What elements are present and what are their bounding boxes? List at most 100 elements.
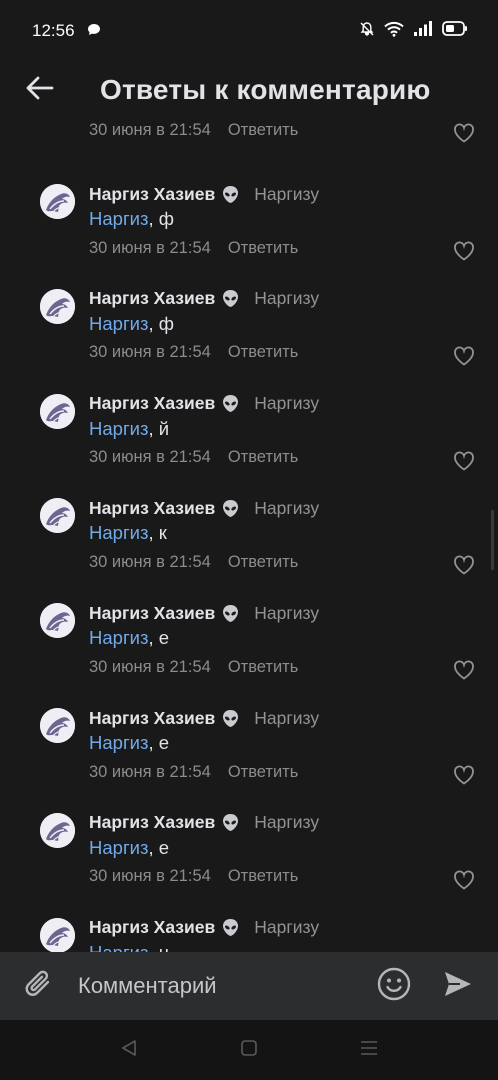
nav-menu-button[interactable] xyxy=(309,1020,429,1080)
like-button[interactable] xyxy=(453,241,477,263)
alien-emoji-icon xyxy=(221,185,240,204)
comment-header: Наргиз Хазиев Наргизу xyxy=(89,601,319,625)
status-left: 12:56 xyxy=(32,21,101,41)
like-button[interactable] xyxy=(453,123,477,145)
comment-mention[interactable]: Наргиз xyxy=(89,313,149,334)
avatar[interactable] xyxy=(40,708,75,743)
comment-date: 30 июня в 21:54 xyxy=(89,448,211,467)
nav-back-button[interactable] xyxy=(69,1020,189,1080)
reply-button[interactable]: Ответить xyxy=(228,867,299,886)
avatar[interactable] xyxy=(40,288,75,324)
comment-mention[interactable]: Наргиз xyxy=(89,208,149,229)
comment-author[interactable]: Наргиз Хазиев xyxy=(89,393,215,414)
heart-icon xyxy=(453,555,475,579)
comment-reply-to[interactable]: Наргизу xyxy=(254,498,319,519)
comment-meta: 30 июня в 21:54 Ответить xyxy=(89,550,298,574)
send-button[interactable] xyxy=(438,966,478,1006)
avatar[interactable] xyxy=(40,393,75,429)
comment-item: Наргиз Хазиев Наргизу Наргиз, к 30 июня в 2… xyxy=(0,486,498,590)
comment-author[interactable]: Наргиз Хазиев xyxy=(89,917,215,938)
comment-author[interactable]: Наргиз Хазиев xyxy=(89,184,215,205)
avatar[interactable] xyxy=(40,184,75,219)
reply-button[interactable]: Ответить xyxy=(228,553,299,572)
reply-button[interactable]: Ответить xyxy=(228,343,299,362)
comment-header: Наргиз Хазиев Наргизу xyxy=(89,496,319,520)
comment-mention[interactable]: Наргиз xyxy=(89,942,149,952)
comment-reply-to[interactable]: Наргизу xyxy=(254,603,319,624)
reply-button[interactable]: Ответить xyxy=(228,763,299,782)
comment-text: Наргиз, е xyxy=(89,627,169,653)
like-button[interactable] xyxy=(453,451,477,473)
comment-header: Наргиз Хазиев Наргизу xyxy=(89,392,319,416)
heart-icon xyxy=(453,241,475,265)
emoji-button[interactable] xyxy=(374,966,414,1006)
comment-header: Наргиз Хазиев Наргизу xyxy=(89,811,319,835)
mute-bell-icon xyxy=(360,21,374,42)
header: Ответы к комментарию xyxy=(0,62,498,118)
comment-meta: 30 июня в 21:54 Ответить xyxy=(89,118,298,142)
comment-meta: 30 июня в 21:54 Ответить xyxy=(89,446,298,470)
comment-reply-to[interactable]: Наргизу xyxy=(254,288,319,309)
signal-icon xyxy=(414,21,432,41)
back-button[interactable] xyxy=(0,62,80,118)
avatar[interactable] xyxy=(40,603,75,639)
avatar[interactable] xyxy=(40,498,75,534)
wifi-icon xyxy=(384,21,404,42)
comment-text: Наргиз, ф xyxy=(89,208,174,234)
comment-input[interactable] xyxy=(78,966,374,1006)
reply-button[interactable]: Ответить xyxy=(228,239,299,258)
comment-author[interactable]: Наргиз Хазиев xyxy=(89,603,215,624)
like-button[interactable] xyxy=(453,765,477,787)
comment-header: Наргиз Хазиев Наргизу xyxy=(89,182,319,206)
comment-body: , е xyxy=(148,627,170,649)
comment-reply-to[interactable]: Наргизу xyxy=(254,708,319,729)
home-square-icon xyxy=(240,1039,258,1062)
comment-mention[interactable]: Наргиз xyxy=(89,837,149,858)
avatar[interactable] xyxy=(40,917,75,952)
chat-bubble-icon xyxy=(87,21,101,41)
like-button[interactable] xyxy=(453,346,477,368)
comment-reply-to[interactable]: Наргизу xyxy=(254,917,319,938)
comment-composer xyxy=(0,952,498,1020)
comment-list[interactable]: 30 июня в 21:54 Ответить Наргиз Хазиев На… xyxy=(0,118,498,952)
nav-home-button[interactable] xyxy=(189,1020,309,1080)
comment-body: , к xyxy=(148,522,167,544)
comment-text: Наргиз, й xyxy=(89,418,169,444)
comment-mention[interactable]: Наргиз xyxy=(89,732,149,753)
status-right xyxy=(360,21,468,42)
system-nav-bar xyxy=(0,1020,498,1080)
comment-item: Наргиз Хазиев Наргизу Наргиз, й 30 июня в 2… xyxy=(0,382,498,486)
comment-reply-to[interactable]: Наргизу xyxy=(254,812,319,833)
battery-icon xyxy=(442,21,468,41)
comment-mention[interactable]: Наргиз xyxy=(89,522,149,543)
comment-meta: 30 июня в 21:54 Ответить xyxy=(89,865,298,889)
comment-reply-to[interactable]: Наргизу xyxy=(254,393,319,414)
comment-item: Наргиз Хазиев Наргизу Наргиз, ф 30 июня в 2… xyxy=(0,172,498,276)
heart-icon xyxy=(453,346,475,370)
comment-text: Наргиз, к xyxy=(89,522,167,548)
attach-button[interactable] xyxy=(0,952,78,1020)
heart-icon xyxy=(453,870,475,894)
comment-meta: 30 июня в 21:54 Ответить xyxy=(89,341,298,365)
comment-author[interactable]: Наргиз Хазиев xyxy=(89,498,215,519)
status-time: 12:56 xyxy=(32,21,75,40)
comment-text: Наргиз, е xyxy=(89,732,169,758)
like-button[interactable] xyxy=(453,870,477,892)
comment-author[interactable]: Наргиз Хазиев xyxy=(89,708,215,729)
comment-mention[interactable]: Наргиз xyxy=(89,418,149,439)
send-icon xyxy=(443,970,473,1003)
reply-button[interactable]: Ответить xyxy=(228,448,299,467)
like-button[interactable] xyxy=(453,660,477,682)
like-button[interactable] xyxy=(453,555,477,577)
avatar[interactable] xyxy=(40,812,75,848)
reply-button[interactable]: Ответить xyxy=(228,121,299,140)
heart-icon xyxy=(453,765,475,789)
comment-mention[interactable]: Наргиз xyxy=(89,627,149,648)
paperclip-icon xyxy=(24,968,54,1005)
reply-button[interactable]: Ответить xyxy=(228,658,299,677)
scrollbar[interactable] xyxy=(491,510,494,570)
comment-item: Наргиз Хазиев Наргизу Наргиз, ц xyxy=(0,906,498,952)
comment-author[interactable]: Наргиз Хазиев xyxy=(89,812,215,833)
comment-author[interactable]: Наргиз Хазиев xyxy=(89,288,215,309)
comment-reply-to[interactable]: Наргизу xyxy=(254,184,319,205)
